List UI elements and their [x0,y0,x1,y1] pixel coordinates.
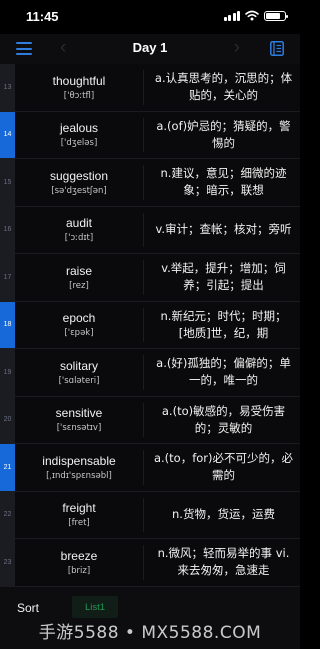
column-divider [143,355,144,390]
sort-button[interactable]: Sort [17,601,39,615]
word-row[interactable]: 21 indispensable [ˌɪndɪ'spɛnsəbl] a.(to，for… [0,444,300,492]
phonetic-text: ['sɑləteri] [58,375,100,386]
word-row[interactable]: 16 audit ['ɔːdɪt] v.审计；查帐；核对；旁听 [0,206,300,254]
word-block: epoch ['ɛpək] [15,302,143,349]
phonetic-text: ['θɔːtfl] [63,90,95,101]
watermark: 手游5588 • MX5588.COM [38,623,262,643]
battery-level [266,12,281,19]
word-list[interactable]: 13 thoughtful ['θɔːtfl] a.认真思考的，沉思的；体贴的，关心的… [0,64,300,587]
meaning-text: a.认真思考的，沉思的；体贴的，关心的 [154,71,293,103]
word-text: sensitive [55,406,103,421]
word-text: audit [65,216,93,231]
battery-icon [264,10,288,21]
word-block: suggestion [sə'dʒestʃən] [15,159,143,206]
column-divider [143,212,144,247]
column-divider [143,70,144,105]
meaning-text: a.(to)敏感的，易受伤害的；灵敏的 [161,403,286,435]
word-row[interactable]: 17 raise [rez] v.举起，提升；增加；饲养；引起；提出 [0,254,300,302]
word-text: solitary [59,358,98,373]
phonetic-text: ['ɔːdɪt] [64,233,94,244]
word-text: jealous [59,121,99,136]
word-block: breeze [briz] [15,539,143,586]
word-block: freight [fret] [15,492,143,539]
nav-bar: ‹ Day 1 › [0,34,300,64]
word-row[interactable]: 13 thoughtful ['θɔːtfl] a.认真思考的，沉思的；体贴的，关心的 [0,64,300,112]
word-text: breeze [60,548,98,563]
word-block: solitary ['sɑləteri] [15,349,143,396]
row-number: 14 [0,111,15,158]
phonetic-text: ['ɛpək] [64,328,94,339]
page-title: Day 1 [132,40,168,55]
word-row[interactable]: 19 solitary ['sɑləteri] a.(好)孤独的；偏僻的；单一的，唯一… [0,349,300,397]
column-divider [143,165,144,200]
status-bar: 11:45 [0,0,300,34]
column-divider [143,450,144,485]
word-text: thoughtful [52,73,106,88]
word-row[interactable]: 23 breeze [briz] n.微风；轻而易举的事 vi.来去匆匆，急速走 [0,539,300,587]
phonetic-text: [rez] [69,280,89,291]
column-divider [143,402,144,437]
meaning-text: v.审计；查帐；核对；旁听 [155,222,292,237]
column-divider [143,260,144,295]
phonetic-text: [briz] [67,565,91,576]
phonetic-text: ['dʒeləs] [60,138,98,149]
phonetic-text: ['sɛnsətɪv] [56,423,102,434]
meaning-text: a.(to，for)必不可少的，必需的 [153,451,294,483]
row-number: 22 [0,491,15,538]
column-divider [143,117,144,152]
word-text: freight [62,501,96,516]
column-divider [143,497,144,532]
row-number: 17 [0,254,15,301]
meaning-text: n.新纪元；时代；时期；[地质]世，纪，期 [160,308,287,340]
phonetic-text: [ˌɪndɪ'spɛnsəbl] [46,470,112,481]
meaning-text: a.(of)妒忌的；猜疑的，警惕的 [156,118,291,150]
meaning-text: a.(好)孤独的；偏僻的；单一的，唯一的 [156,356,291,388]
status-icons [223,10,288,21]
word-block: jealous ['dʒeləs] [15,112,143,159]
phonetic-text: [fret] [68,518,90,529]
meaning-text: n.微风；轻而易举的事 vi.来去匆匆，急速走 [157,546,290,578]
word-text: epoch [62,311,96,326]
word-block: thoughtful ['θɔːtfl] [15,64,143,111]
status-time: 11:45 [26,9,59,24]
row-number: 15 [0,159,15,206]
meaning-text: n.建议，意见；细微的迹象；暗示，联想 [160,166,287,198]
word-block: audit ['ɔːdɪt] [15,207,143,254]
word-block: sensitive ['sɛnsətɪv] [15,397,143,444]
meaning-text: v.举起，提升；增加；饲养；引起；提出 [161,261,286,293]
book-icon[interactable] [270,41,284,56]
word-row[interactable]: 20 sensitive ['sɛnsətɪv] a.(to)敏感的，易受伤害的；灵敏… [0,396,300,444]
next-day-chevron-icon[interactable]: › [234,37,240,59]
list-tab[interactable]: List1 [72,596,118,618]
row-number: 20 [0,396,15,443]
word-text: indispensable [42,453,116,468]
column-divider [143,545,144,580]
row-number: 21 [0,444,15,491]
phonetic-text: [sə'dʒestʃən] [51,185,107,196]
column-divider [143,307,144,342]
row-number: 19 [0,349,15,396]
wifi-icon [245,10,259,21]
row-number: 18 [0,301,15,348]
word-row[interactable]: 22 freight [fret] n.货物，货运，运费 [0,491,300,539]
word-row[interactable]: 18 epoch ['ɛpək] n.新纪元；时代；时期；[地质]世，纪，期 [0,301,300,349]
word-block: raise [rez] [15,254,143,301]
meaning-text: n.货物，货运，运费 [172,507,275,522]
row-number: 16 [0,206,15,253]
word-row[interactable]: 15 suggestion [sə'dʒestʃən] n.建议，意见；细微的迹象；暗… [0,159,300,207]
cellular-signal-icon [223,10,240,21]
word-text: suggestion [49,168,109,183]
row-number: 23 [0,539,15,586]
word-text: raise [65,263,92,278]
row-number: 13 [0,64,15,111]
word-row[interactable]: 14 jealous ['dʒeləs] a.(of)妒忌的；猜疑的，警惕的 [0,111,300,159]
word-block: indispensable [ˌɪndɪ'spɛnsəbl] [15,444,143,491]
